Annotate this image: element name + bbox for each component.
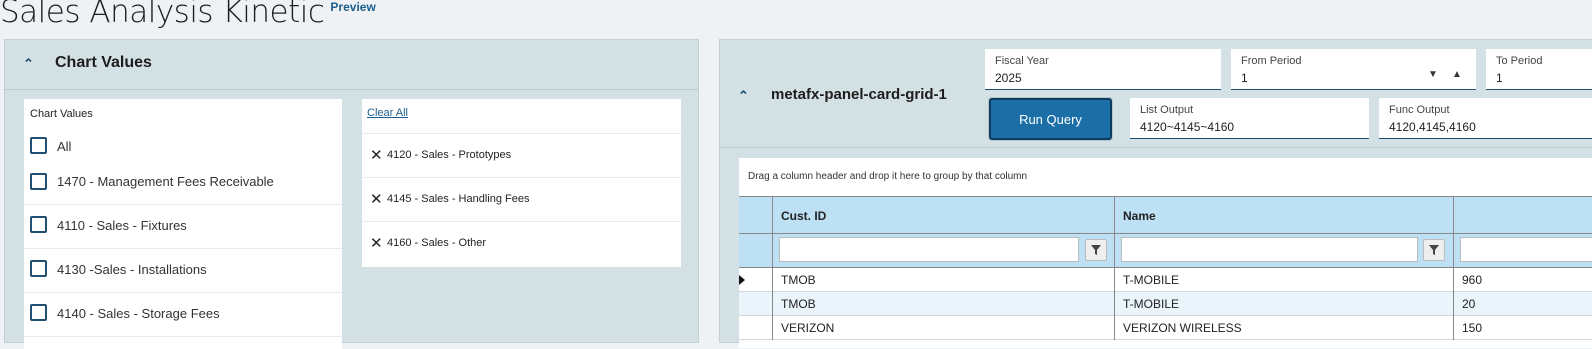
field-label: Fiscal Year bbox=[995, 55, 1049, 67]
field-value: 2025 bbox=[995, 71, 1022, 85]
selected-item: ✕ 4145 - Sales - Handling Fees bbox=[362, 177, 681, 221]
clear-all-link[interactable]: Clear All bbox=[367, 107, 408, 119]
field-value: 1 bbox=[1241, 71, 1248, 85]
table-cell: TMOB bbox=[781, 273, 816, 287]
field-label: From Period bbox=[1241, 55, 1302, 67]
chart-values-panel-header[interactable]: ⌃ Chart Values bbox=[5, 40, 698, 90]
field-value: 1 bbox=[1496, 71, 1503, 85]
filter-cell-cust-id bbox=[772, 234, 1114, 268]
table-row[interactable]: TMOB T-MOBILE 20 bbox=[739, 292, 1592, 316]
preview-badge[interactable]: Preview bbox=[330, 0, 375, 14]
from-period-field[interactable]: From Period 1 ▼ ▲ bbox=[1231, 49, 1476, 90]
func-output-field[interactable]: Func Output 4120,4145,4160 bbox=[1379, 98, 1592, 139]
decrement-icon[interactable]: ▼ bbox=[1428, 69, 1438, 80]
list-item-label: 4110 - Sales - Fixtures bbox=[57, 218, 187, 233]
checkbox[interactable] bbox=[30, 304, 47, 321]
column-divider bbox=[1114, 268, 1115, 340]
selected-values-list: Clear All ✕ 4120 - Sales - Prototypes ✕ … bbox=[362, 99, 681, 267]
selected-item-label: 4160 - Sales - Other bbox=[387, 237, 487, 249]
field-value: 4120,4145,4160 bbox=[1389, 120, 1476, 134]
list-item-label: 4130 -Sales - Installations bbox=[57, 262, 207, 277]
filter-input[interactable] bbox=[1121, 237, 1418, 262]
list-item[interactable]: 1470 - Management Fees Receivable bbox=[24, 161, 342, 205]
row-header-column bbox=[739, 196, 772, 234]
field-label: Func Output bbox=[1389, 104, 1450, 116]
table-cell: 20 bbox=[1462, 297, 1476, 311]
group-by-drop-zone[interactable]: Drag a column header and drop it here to… bbox=[748, 171, 1027, 182]
column-header-name[interactable]: Name bbox=[1114, 196, 1453, 234]
filter-cell-amount bbox=[1453, 234, 1592, 268]
divider bbox=[720, 147, 1592, 148]
selected-item: ✕ 4120 - Sales - Prototypes bbox=[362, 133, 681, 177]
table-cell: 960 bbox=[1462, 273, 1483, 287]
field-value: 4120~4145~4160 bbox=[1140, 120, 1235, 134]
list-item[interactable]: 4110 - Sales - Fixtures bbox=[24, 205, 342, 249]
table-cell: VERIZON WIRELESS bbox=[1123, 321, 1242, 335]
list-item[interactable]: 4130 -Sales - Installations bbox=[24, 249, 342, 293]
chart-values-panel-title: Chart Values bbox=[55, 54, 152, 71]
filter-row-spacer bbox=[739, 234, 772, 268]
column-divider bbox=[772, 196, 773, 268]
list-output-field[interactable]: List Output 4120~4145~4160 bbox=[1130, 98, 1369, 139]
filter-icon[interactable] bbox=[1423, 239, 1445, 261]
close-icon[interactable]: ✕ bbox=[370, 234, 383, 252]
selected-item-label: 4120 - Sales - Prototypes bbox=[387, 149, 512, 161]
filter-input[interactable] bbox=[779, 237, 1079, 262]
page-title: Sales Analysis Kinetic Preview bbox=[0, 0, 376, 30]
table-cell: T-MOBILE bbox=[1123, 273, 1180, 287]
table-cell: VERIZON bbox=[781, 321, 835, 335]
filter-cell-name bbox=[1114, 234, 1453, 268]
checkbox[interactable] bbox=[30, 137, 47, 154]
chevron-up-icon[interactable]: ⌃ bbox=[23, 56, 34, 72]
checkbox[interactable] bbox=[30, 216, 47, 233]
selected-item-label: 4145 - Sales - Handling Fees bbox=[387, 193, 530, 205]
column-divider bbox=[1114, 196, 1115, 268]
increment-icon[interactable]: ▲ bbox=[1452, 69, 1462, 80]
checkbox[interactable] bbox=[30, 260, 47, 277]
chart-values-list-label: Chart Values bbox=[30, 108, 93, 120]
list-item-label: 1470 - Management Fees Receivable bbox=[57, 174, 274, 189]
to-period-field[interactable]: To Period 1 bbox=[1486, 49, 1592, 90]
grid-panel-title: metafx-panel-card-grid-1 bbox=[771, 86, 947, 103]
close-icon[interactable]: ✕ bbox=[370, 190, 383, 208]
list-item-label: All bbox=[57, 139, 72, 154]
selected-item: ✕ 4160 - Sales - Other bbox=[362, 221, 681, 265]
table-row[interactable]: VERIZON VERIZON WIRELESS 150 bbox=[739, 316, 1592, 340]
table-cell: TMOB bbox=[781, 297, 816, 311]
column-header-amount[interactable] bbox=[1453, 196, 1592, 234]
field-label: To Period bbox=[1496, 55, 1543, 67]
page-title-text: Sales Analysis Kinetic bbox=[0, 0, 325, 30]
column-divider bbox=[772, 268, 773, 340]
column-header-label: Name bbox=[1123, 209, 1156, 223]
run-query-button[interactable]: Run Query bbox=[989, 98, 1112, 140]
filter-icon[interactable] bbox=[1085, 239, 1107, 261]
column-header-label: Cust. ID bbox=[781, 209, 827, 223]
column-header-cust-id[interactable]: Cust. ID bbox=[772, 196, 1114, 234]
list-item-label: 4140 - Sales - Storage Fees bbox=[57, 306, 220, 321]
chart-values-list: Chart Values All 1470 - Management Fees … bbox=[24, 99, 342, 349]
table-cell: 150 bbox=[1462, 321, 1483, 335]
fiscal-year-field[interactable]: Fiscal Year 2025 bbox=[985, 49, 1221, 90]
grid-panel: ⌃ metafx-panel-card-grid-1 Fiscal Year 2… bbox=[719, 39, 1592, 348]
chevron-up-icon[interactable]: ⌃ bbox=[738, 88, 749, 104]
filter-input[interactable] bbox=[1460, 237, 1592, 262]
data-grid: Drag a column header and drop it here to… bbox=[739, 158, 1592, 348]
checkbox[interactable] bbox=[30, 173, 47, 190]
field-label: List Output bbox=[1140, 104, 1194, 116]
column-divider bbox=[1453, 196, 1454, 340]
list-item[interactable]: 4140 - Sales - Storage Fees bbox=[24, 293, 342, 337]
chart-values-panel: ⌃ Chart Values Chart Values All 1470 - M… bbox=[4, 39, 699, 349]
table-row[interactable]: TMOB T-MOBILE 960 bbox=[739, 268, 1592, 292]
table-cell: T-MOBILE bbox=[1123, 297, 1180, 311]
close-icon[interactable]: ✕ bbox=[370, 146, 383, 164]
current-row-indicator-icon bbox=[739, 275, 745, 285]
